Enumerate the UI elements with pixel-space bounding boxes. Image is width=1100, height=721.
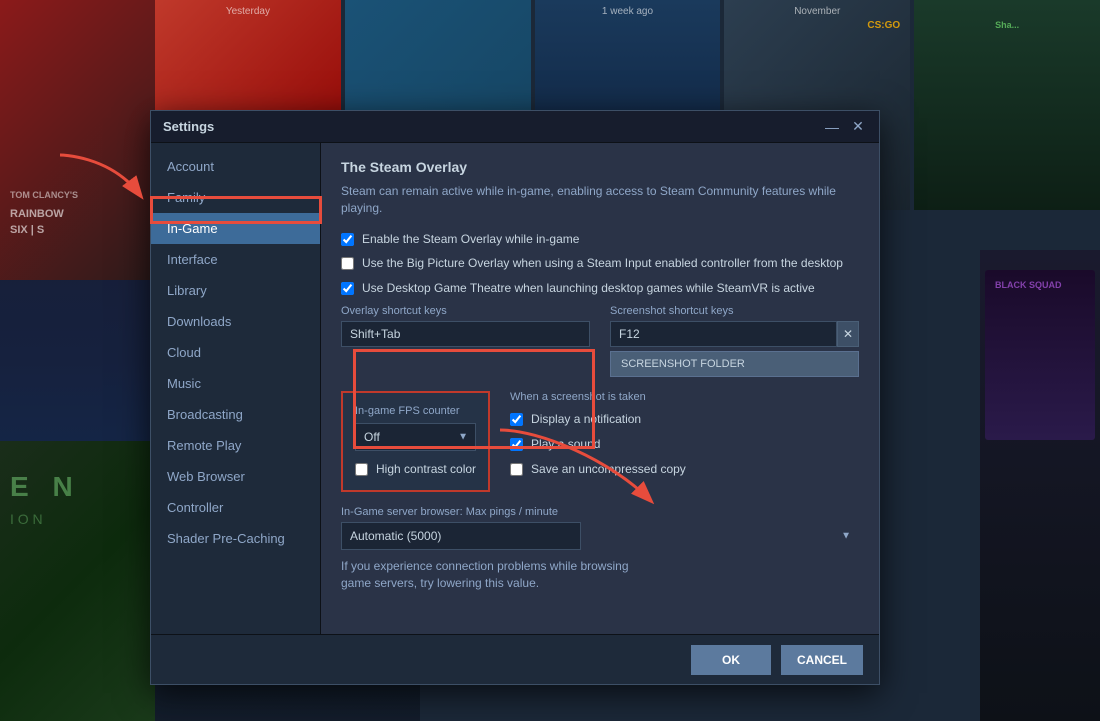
sidebar-item-account[interactable]: Account	[151, 151, 320, 182]
bigpicture-row: Use the Big Picture Overlay when using a…	[341, 255, 859, 272]
sidebar-item-remoteplay[interactable]: Remote Play	[151, 430, 320, 461]
dialog-controls: — ✕	[823, 118, 867, 136]
sidebar-item-ingame[interactable]: In-Game	[151, 213, 320, 244]
overlay-shortcut-label: Overlay shortcut keys	[341, 305, 590, 317]
screenshot-sound-checkbox[interactable]	[510, 438, 523, 451]
overlay-enable-label: Enable the Steam Overlay while in-game	[362, 231, 579, 248]
fps-select-wrapper: Off Top-left Top-right Bottom-left Botto…	[355, 423, 476, 451]
ok-button[interactable]: OK	[691, 645, 771, 675]
sidebar-item-family[interactable]: Family	[151, 182, 320, 213]
sidebar-item-broadcasting[interactable]: Broadcasting	[151, 399, 320, 430]
close-button[interactable]: ✕	[849, 118, 867, 136]
fps-select[interactable]: Off Top-left Top-right Bottom-left Botto…	[355, 423, 476, 451]
screenshot-sound-label: Play a sound	[531, 436, 600, 453]
shortcut-row: Overlay shortcut keys Screenshot shortcu…	[341, 305, 859, 377]
bigpicture-label: Use the Big Picture Overlay when using a…	[362, 255, 843, 272]
sidebar-item-cloud[interactable]: Cloud	[151, 337, 320, 368]
bigpicture-checkbox[interactable]	[341, 257, 354, 270]
server-browser-note: If you experience connection problems wh…	[341, 558, 641, 592]
sidebar-item-downloads[interactable]: Downloads	[151, 306, 320, 337]
right-game-cards: BLACK SQUAD	[980, 250, 1100, 721]
high-contrast-row: High contrast color	[355, 461, 476, 478]
screenshot-uncompressed-checkbox[interactable]	[510, 463, 523, 476]
dialog-footer: OK CANCEL	[151, 634, 879, 684]
screenshot-notify-row: Display a notification	[510, 411, 686, 428]
sidebar-item-shadercaching[interactable]: Shader Pre-Caching	[151, 523, 320, 554]
sidebar-item-music[interactable]: Music	[151, 368, 320, 399]
left-game-panel: TOM CLANCY'S RAINBOW SIX | S E N I O N	[0, 0, 155, 721]
screenshot-folder-button[interactable]: SCREENSHOT FOLDER	[610, 351, 859, 377]
screenshot-shortcut-label: Screenshot shortcut keys	[610, 305, 859, 317]
settings-dialog: Settings — ✕ Account Family In-Game Inte…	[150, 110, 880, 685]
section-desc: Steam can remain active while in-game, e…	[341, 183, 859, 217]
overlay-enable-row: Enable the Steam Overlay while in-game	[341, 231, 859, 248]
server-browser-section: In-Game server browser: Max pings / minu…	[341, 506, 859, 592]
sidebar-item-interface[interactable]: Interface	[151, 244, 320, 275]
settings-content: The Steam Overlay Steam can remain activ…	[321, 143, 879, 634]
sidebar-item-controller[interactable]: Controller	[151, 492, 320, 523]
desktoptheatre-row: Use Desktop Game Theatre when launching …	[341, 280, 859, 297]
dialog-title: Settings	[163, 119, 214, 134]
settings-sidebar: Account Family In-Game Interface Library…	[151, 143, 321, 634]
screenshot-shortcut-input[interactable]	[610, 321, 837, 347]
dialog-body: Account Family In-Game Interface Library…	[151, 143, 879, 634]
screenshot-shortcut-input-group: ✕	[610, 321, 859, 347]
clear-screenshot-shortcut-button[interactable]: ✕	[837, 321, 859, 347]
sidebar-item-webbrowser[interactable]: Web Browser	[151, 461, 320, 492]
other-thumb: Sha...	[914, 0, 1100, 210]
fps-counter-section: In-game FPS counter Off Top-left Top-rig…	[341, 391, 490, 492]
section-title: The Steam Overlay	[341, 159, 859, 175]
game-card-1: BLACK SQUAD	[985, 270, 1095, 440]
alien-game-art: E N I O N	[0, 441, 155, 721]
overlay-shortcut-input[interactable]	[341, 321, 590, 347]
fps-screenshot-row: In-game FPS counter Off Top-left Top-rig…	[341, 391, 859, 492]
desktoptheatre-checkbox[interactable]	[341, 282, 354, 295]
server-browser-select-wrapper: Automatic (5000) 250 500 1000 2500 5000	[341, 522, 859, 550]
screenshot-uncompressed-label: Save an uncompressed copy	[531, 461, 686, 478]
screenshot-when-label: When a screenshot is taken	[510, 391, 686, 403]
sidebar-item-library[interactable]: Library	[151, 275, 320, 306]
screenshot-notify-label: Display a notification	[531, 411, 641, 428]
overlay-shortcut-group: Overlay shortcut keys	[341, 305, 590, 377]
screenshot-sound-row: Play a sound	[510, 436, 686, 453]
dialog-titlebar: Settings — ✕	[151, 111, 879, 143]
screenshot-notify-checkbox[interactable]	[510, 413, 523, 426]
high-contrast-label: High contrast color	[376, 461, 476, 478]
cancel-button[interactable]: CANCEL	[781, 645, 863, 675]
screenshot-shortcut-group: Screenshot shortcut keys ✕ SCREENSHOT FO…	[610, 305, 859, 377]
overlay-enable-checkbox[interactable]	[341, 233, 354, 246]
minimize-button[interactable]: —	[823, 118, 841, 136]
server-browser-label: In-Game server browser: Max pings / minu…	[341, 506, 859, 518]
desktoptheatre-label: Use Desktop Game Theatre when launching …	[362, 280, 815, 297]
fps-label: In-game FPS counter	[355, 405, 476, 417]
server-browser-select[interactable]: Automatic (5000) 250 500 1000 2500 5000	[341, 522, 581, 550]
screenshot-uncompressed-row: Save an uncompressed copy	[510, 461, 686, 478]
screenshot-section: When a screenshot is taken Display a not…	[510, 391, 686, 492]
rainbow-six-art: TOM CLANCY'S RAINBOW SIX | S	[0, 0, 155, 280]
high-contrast-checkbox[interactable]	[355, 463, 368, 476]
